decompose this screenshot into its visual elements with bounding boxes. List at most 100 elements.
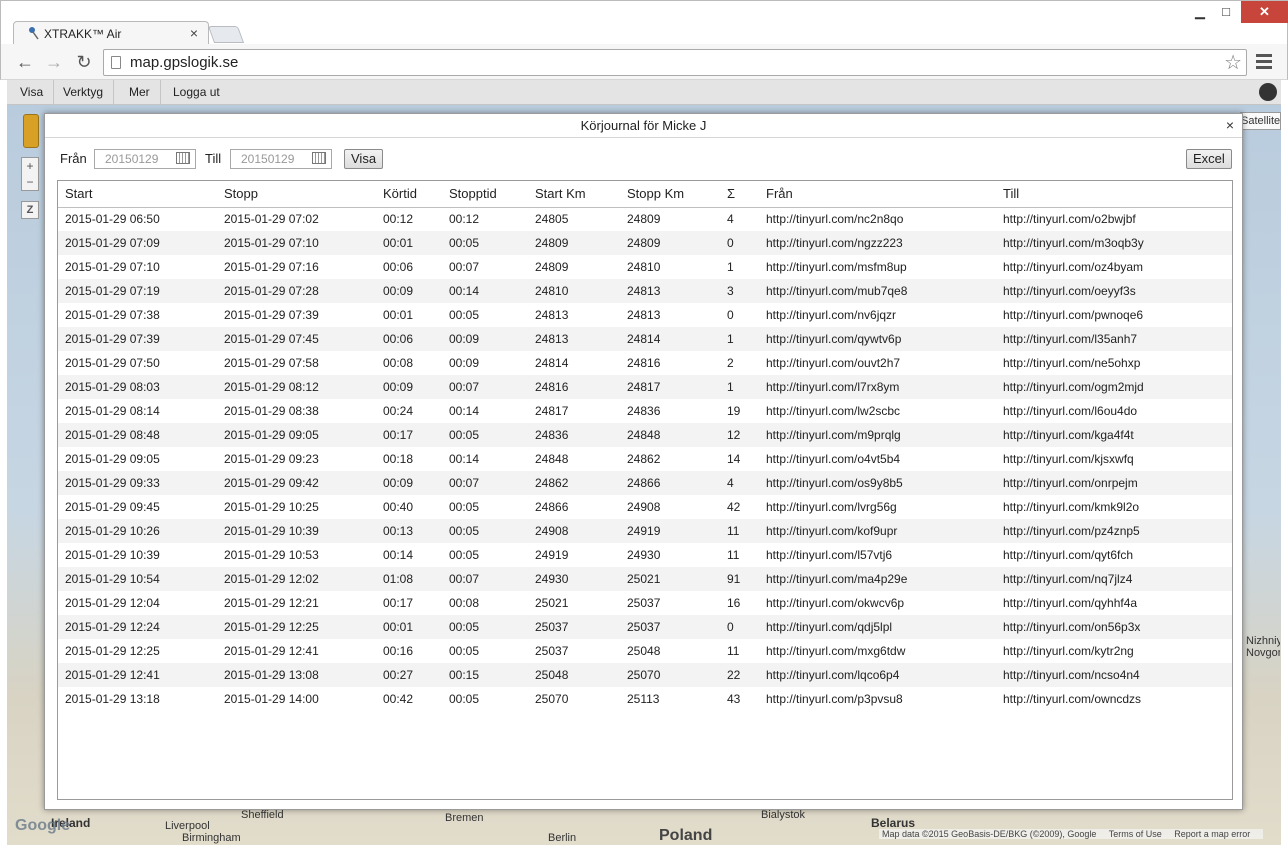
menu-verktyg[interactable]: Verktyg <box>53 80 115 105</box>
window-minimize-button[interactable]: ▁ <box>1189 1 1211 23</box>
street-view-pegman-icon[interactable] <box>23 114 39 148</box>
cell-to-link[interactable]: http://tinyurl.com/onrpejm <box>996 471 1232 495</box>
cell-to-link[interactable]: http://tinyurl.com/pz4znp5 <box>996 519 1232 543</box>
table-row[interactable]: 2015-01-29 07:39 2015-01-29 07:45 00:06 00:… <box>58 327 1232 351</box>
cell-to-link[interactable]: http://tinyurl.com/kytr2ng <box>996 639 1232 663</box>
cell-from-link[interactable]: http://tinyurl.com/m9prqlg <box>759 423 996 447</box>
cell-to-link[interactable]: http://tinyurl.com/owncdzs <box>996 687 1232 711</box>
menu-logga-ut[interactable]: Logga ut <box>163 80 230 105</box>
table-row[interactable]: 2015-01-29 10:26 2015-01-29 10:39 00:13 00:… <box>58 519 1232 543</box>
window-close-button[interactable]: ✕ <box>1241 1 1288 23</box>
table-row[interactable]: 2015-01-29 12:24 2015-01-29 12:25 00:01 00:… <box>58 615 1232 639</box>
table-row[interactable]: 2015-01-29 07:09 2015-01-29 07:10 00:01 00:… <box>58 231 1232 255</box>
table-row[interactable]: 2015-01-29 07:19 2015-01-29 07:28 00:09 00:… <box>58 279 1232 303</box>
cell-from-link[interactable]: http://tinyurl.com/mxg6tdw <box>759 639 996 663</box>
cell-from-link[interactable]: http://tinyurl.com/p3pvsu8 <box>759 687 996 711</box>
column-header-start-km[interactable]: Start Km <box>528 181 620 208</box>
cell-from-link[interactable]: http://tinyurl.com/qdj5lpl <box>759 615 996 639</box>
column-header-stopp-km[interactable]: Stopp Km <box>620 181 720 208</box>
report-map-error-link[interactable]: Report a map error <box>1174 829 1250 839</box>
table-row[interactable]: 2015-01-29 09:45 2015-01-29 10:25 00:40 00:… <box>58 495 1232 519</box>
browser-menu-icon[interactable] <box>1256 54 1272 70</box>
cell-to-link[interactable]: http://tinyurl.com/l6ou4do <box>996 399 1232 423</box>
table-row[interactable]: 2015-01-29 08:03 2015-01-29 08:12 00:09 00:… <box>58 375 1232 399</box>
zoom-control[interactable]: + − <box>21 157 39 191</box>
cell-to-link[interactable]: http://tinyurl.com/m3oqb3y <box>996 231 1232 255</box>
column-header-kortid[interactable]: Körtid <box>376 181 442 208</box>
cell-from-link[interactable]: http://tinyurl.com/nv6jqzr <box>759 303 996 327</box>
column-header-stopptid[interactable]: Stopptid <box>442 181 528 208</box>
cell-from-link[interactable]: http://tinyurl.com/ngzz223 <box>759 231 996 255</box>
satellite-button[interactable]: Satellite <box>1240 112 1281 130</box>
bookmark-star-icon[interactable]: ☆ <box>1224 50 1242 75</box>
cell-from-link[interactable]: http://tinyurl.com/qywtv6p <box>759 327 996 351</box>
cell-from-link[interactable]: http://tinyurl.com/mub7qe8 <box>759 279 996 303</box>
table-row[interactable]: 2015-01-29 07:38 2015-01-29 07:39 00:01 00:… <box>58 303 1232 327</box>
dialog-close-icon[interactable]: × <box>1226 114 1234 136</box>
cell-from-link[interactable]: http://tinyurl.com/kof9upr <box>759 519 996 543</box>
cell-to-link[interactable]: http://tinyurl.com/kmk9l2o <box>996 495 1232 519</box>
cell-from-link[interactable]: http://tinyurl.com/lqco6p4 <box>759 663 996 687</box>
forward-arrow-icon[interactable]: → <box>43 51 65 73</box>
table-row[interactable]: 2015-01-29 12:41 2015-01-29 13:08 00:27 00:… <box>58 663 1232 687</box>
cell-from-link[interactable]: http://tinyurl.com/os9y8b5 <box>759 471 996 495</box>
table-row[interactable]: 2015-01-29 10:54 2015-01-29 12:02 01:08 00:… <box>58 567 1232 591</box>
show-button[interactable]: Visa <box>344 149 384 169</box>
tab-close-icon[interactable]: × <box>190 25 198 41</box>
cell-from-link[interactable]: http://tinyurl.com/nc2n8qo <box>759 207 996 231</box>
table-row[interactable]: 2015-01-29 12:04 2015-01-29 12:21 00:17 00:… <box>58 591 1232 615</box>
terms-of-use-link[interactable]: Terms of Use <box>1109 829 1162 839</box>
cell-to-link[interactable]: http://tinyurl.com/ne5ohxp <box>996 351 1232 375</box>
cell-to-link[interactable]: http://tinyurl.com/kjsxwfq <box>996 447 1232 471</box>
cell-to-link[interactable]: http://tinyurl.com/nq7jlz4 <box>996 567 1232 591</box>
table-row[interactable]: 2015-01-29 10:39 2015-01-29 10:53 00:14 00:… <box>58 543 1232 567</box>
map-layer-icon[interactable]: Z <box>21 201 39 219</box>
back-arrow-icon[interactable]: ← <box>14 51 36 73</box>
url-text[interactable]: map.gpslogik.se <box>130 54 238 71</box>
table-row[interactable]: 2015-01-29 13:18 2015-01-29 14:00 00:42 00:… <box>58 687 1232 711</box>
cell-to-link[interactable]: http://tinyurl.com/l35anh7 <box>996 327 1232 351</box>
cell-from-link[interactable]: http://tinyurl.com/lvrg56g <box>759 495 996 519</box>
table-row[interactable]: 2015-01-29 09:33 2015-01-29 09:42 00:09 00:… <box>58 471 1232 495</box>
cell-from-link[interactable]: http://tinyurl.com/l57vtj6 <box>759 543 996 567</box>
cell-from-link[interactable]: http://tinyurl.com/ma4p29e <box>759 567 996 591</box>
column-header-sum[interactable]: Σ <box>720 181 759 208</box>
cell-to-link[interactable]: http://tinyurl.com/pwnoqe6 <box>996 303 1232 327</box>
column-header-till[interactable]: Till <box>996 181 1232 208</box>
table-row[interactable]: 2015-01-29 09:05 2015-01-29 09:23 00:18 00:… <box>58 447 1232 471</box>
address-bar[interactable]: map.gpslogik.se ☆ <box>103 49 1247 76</box>
cell-to-link[interactable]: http://tinyurl.com/kga4f4t <box>996 423 1232 447</box>
column-header-fran[interactable]: Från <box>759 181 996 208</box>
cell-to-link[interactable]: http://tinyurl.com/qyt6fch <box>996 543 1232 567</box>
cell-to-link[interactable]: http://tinyurl.com/ncso4n4 <box>996 663 1232 687</box>
cell-to-link[interactable]: http://tinyurl.com/oeyyf3s <box>996 279 1232 303</box>
cell-from-link[interactable]: http://tinyurl.com/l7rx8ym <box>759 375 996 399</box>
window-maximize-button[interactable]: □ <box>1215 1 1237 23</box>
table-row[interactable]: 2015-01-29 06:50 2015-01-29 07:02 00:12 00:… <box>58 207 1232 231</box>
table-row[interactable]: 2015-01-29 12:25 2015-01-29 12:41 00:16 00:… <box>58 639 1232 663</box>
column-header-start[interactable]: Start <box>58 181 217 208</box>
cell-to-link[interactable]: http://tinyurl.com/oz4byam <box>996 255 1232 279</box>
cell-to-link[interactable]: http://tinyurl.com/on56p3x <box>996 615 1232 639</box>
cell-from-link[interactable]: http://tinyurl.com/o4vt5b4 <box>759 447 996 471</box>
table-row[interactable]: 2015-01-29 08:48 2015-01-29 09:05 00:17 00:… <box>58 423 1232 447</box>
table-row[interactable]: 2015-01-29 08:14 2015-01-29 08:38 00:24 00:… <box>58 399 1232 423</box>
cell-from-link[interactable]: http://tinyurl.com/msfm8up <box>759 255 996 279</box>
cell-to-link[interactable]: http://tinyurl.com/qyhhf4a <box>996 591 1232 615</box>
cell-from-link[interactable]: http://tinyurl.com/okwcv6p <box>759 591 996 615</box>
cell-from-link[interactable]: http://tinyurl.com/ouvt2h7 <box>759 351 996 375</box>
new-tab-button[interactable] <box>207 26 245 43</box>
cell-from-link[interactable]: http://tinyurl.com/lw2scbc <box>759 399 996 423</box>
cell-to-link[interactable]: http://tinyurl.com/ogm2mjd <box>996 375 1232 399</box>
column-header-stopp[interactable]: Stopp <box>217 181 376 208</box>
reload-icon[interactable]: ↻ <box>73 51 95 73</box>
table-row[interactable]: 2015-01-29 07:50 2015-01-29 07:58 00:08 00:… <box>58 351 1232 375</box>
calendar-icon[interactable] <box>312 152 326 164</box>
calendar-icon[interactable] <box>176 152 190 164</box>
menu-mer[interactable]: Mer <box>119 80 161 105</box>
table-row[interactable]: 2015-01-29 07:10 2015-01-29 07:16 00:06 00:… <box>58 255 1232 279</box>
menu-visa[interactable]: Visa <box>10 80 55 105</box>
excel-export-button[interactable]: Excel <box>1186 149 1232 169</box>
cell-to-link[interactable]: http://tinyurl.com/o2bwjbf <box>996 207 1232 231</box>
browser-tab[interactable]: XTRAKK™ Air × <box>13 21 209 45</box>
